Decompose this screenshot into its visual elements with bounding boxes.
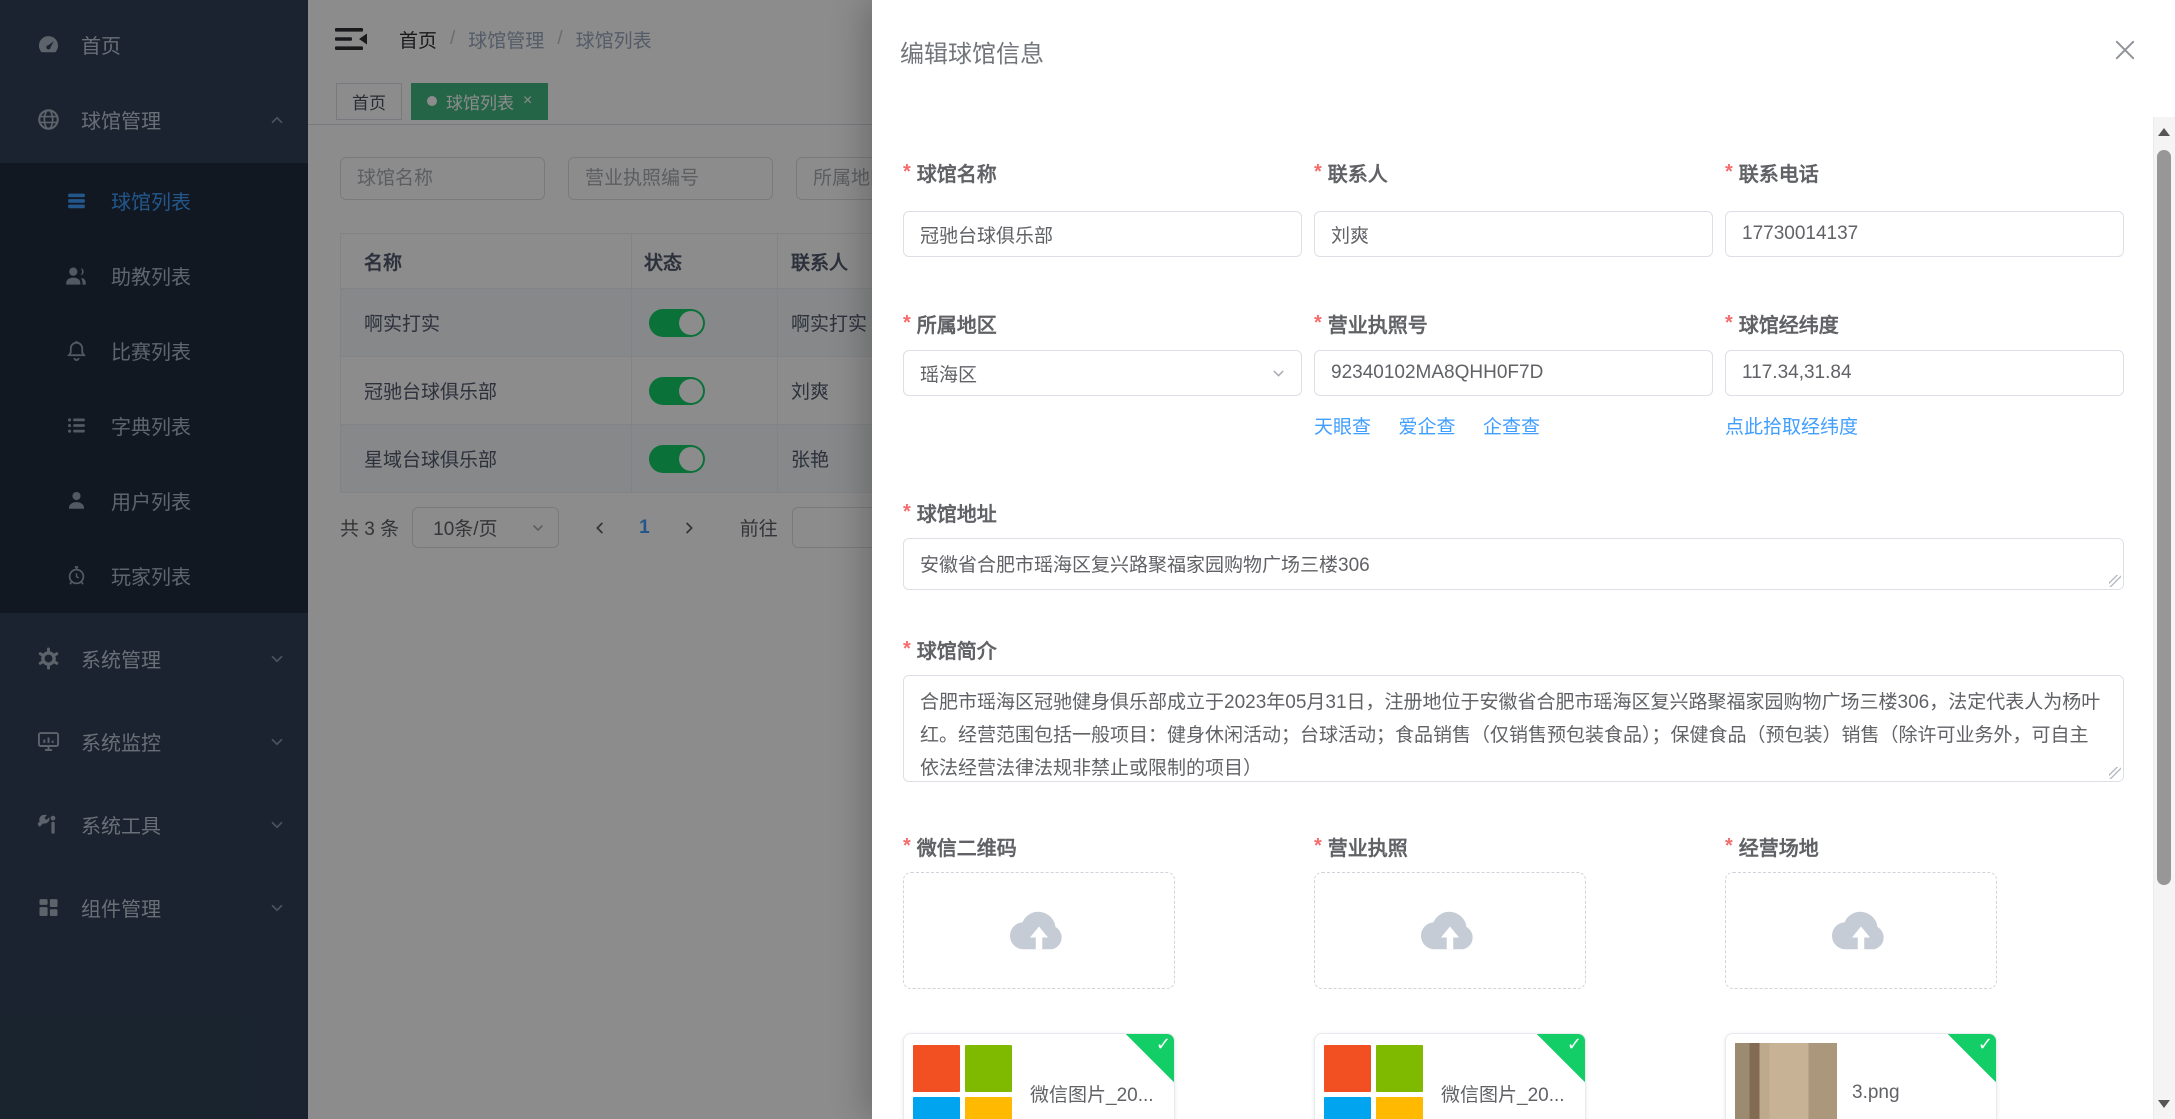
drawer-scrollbar	[2153, 117, 2175, 1119]
drawer-body: *球馆名称 *联系人 *联系电话 *所属地区 *营业执照号 *球馆经纬度	[872, 117, 2153, 1119]
file-thumbnail	[913, 1043, 1015, 1119]
license-input[interactable]	[1314, 350, 1713, 396]
field-label-intro: *球馆简介	[903, 635, 2124, 663]
file-thumbnail	[1324, 1043, 1426, 1119]
latlng-input[interactable]	[1725, 350, 2124, 396]
district-select[interactable]: 瑶海区	[903, 350, 1302, 396]
file-thumbnail	[1735, 1043, 1837, 1119]
aiqicha-link[interactable]: 爱企查	[1398, 417, 1455, 438]
qichacha-link[interactable]: 企查查	[1483, 417, 1540, 438]
address-textarea[interactable]: 安徽省合肥市瑶海区复兴路聚福家园购物广场三楼306	[903, 538, 2124, 590]
cloud-upload-icon	[1828, 906, 1894, 956]
required-asterisk: *	[903, 638, 911, 661]
required-asterisk: *	[903, 312, 911, 335]
field-label-contact: *联系人	[1314, 158, 1713, 186]
required-asterisk: *	[1725, 161, 1733, 184]
uploaded-file-card[interactable]: 微信图片_20... ✓	[1314, 1033, 1586, 1119]
required-asterisk: *	[1314, 312, 1322, 335]
field-label-phone: *联系电话	[1725, 158, 2124, 186]
required-asterisk: *	[1725, 312, 1733, 335]
resize-grip-icon[interactable]	[2109, 767, 2121, 779]
resize-grip-icon[interactable]	[2109, 575, 2121, 587]
cloud-upload-icon	[1006, 906, 1072, 956]
required-asterisk: *	[903, 835, 911, 858]
field-label-wechat-qr: *微信二维码	[903, 832, 1302, 860]
required-asterisk: *	[1314, 835, 1322, 858]
required-asterisk: *	[903, 501, 911, 524]
scrollbar-down-arrow-icon[interactable]	[2158, 1100, 2170, 1108]
check-icon: ✓	[1978, 1034, 1993, 1055]
drawer-title: 编辑球馆信息	[900, 34, 1044, 69]
pick-latlng-link[interactable]: 点此拾取经纬度	[1725, 417, 1858, 438]
license-lookup-links: 天眼查 爱企查 企查查	[1314, 412, 1713, 439]
intro-textarea[interactable]: 合肥市瑶海区冠驰健身俱乐部成立于2023年05月31日，注册地位于安徽省合肥市瑶…	[903, 675, 2124, 782]
required-asterisk: *	[903, 161, 911, 184]
field-label-address: *球馆地址	[903, 498, 2124, 526]
close-icon[interactable]	[2111, 36, 2139, 64]
field-label-venue-name: *球馆名称	[903, 158, 1302, 186]
edit-venue-drawer: 编辑球馆信息 *球馆名称 *联系人 *联系电话 *所属地区 *营业执照号 *球馆…	[872, 0, 2175, 1119]
field-label-latlng: *球馆经纬度	[1725, 309, 2124, 337]
field-label-license: *营业执照号	[1314, 309, 1713, 337]
premises-upload-dropzone[interactable]	[1725, 872, 1997, 989]
uploaded-file-card[interactable]: 3.png ✓	[1725, 1033, 1997, 1119]
chevron-down-icon	[1270, 365, 1287, 382]
field-label-premises: *经营场地	[1725, 832, 2124, 860]
uploaded-file-card[interactable]: 微信图片_20... ✓	[903, 1033, 1175, 1119]
check-icon: ✓	[1156, 1034, 1171, 1055]
file-name: 3.png	[1852, 1082, 1900, 1104]
field-label-business-license: *营业执照	[1314, 832, 1713, 860]
file-name: 微信图片_20...	[1441, 1080, 1565, 1107]
scrollbar-thumb[interactable]	[2157, 150, 2171, 885]
scrollbar-up-arrow-icon[interactable]	[2158, 128, 2170, 136]
venue-name-input[interactable]	[903, 211, 1302, 257]
wechat-qr-upload-dropzone[interactable]	[903, 872, 1175, 989]
app-window: 首页 球馆管理 球馆列表 助教列表	[0, 0, 2175, 1119]
phone-input[interactable]	[1725, 211, 2124, 257]
field-label-district: *所属地区	[903, 309, 1302, 337]
upload-success-badge: ✓	[1536, 1033, 1586, 1083]
district-value: 瑶海区	[920, 360, 977, 387]
tianyancha-link[interactable]: 天眼查	[1314, 417, 1371, 438]
required-asterisk: *	[1314, 161, 1322, 184]
upload-success-badge: ✓	[1125, 1033, 1175, 1083]
cloud-upload-icon	[1417, 906, 1483, 956]
required-asterisk: *	[1725, 835, 1733, 858]
contact-input[interactable]	[1314, 211, 1713, 257]
upload-success-badge: ✓	[1947, 1033, 1997, 1083]
check-icon: ✓	[1567, 1034, 1582, 1055]
file-name: 微信图片_20...	[1030, 1080, 1154, 1107]
business-license-upload-dropzone[interactable]	[1314, 872, 1586, 989]
